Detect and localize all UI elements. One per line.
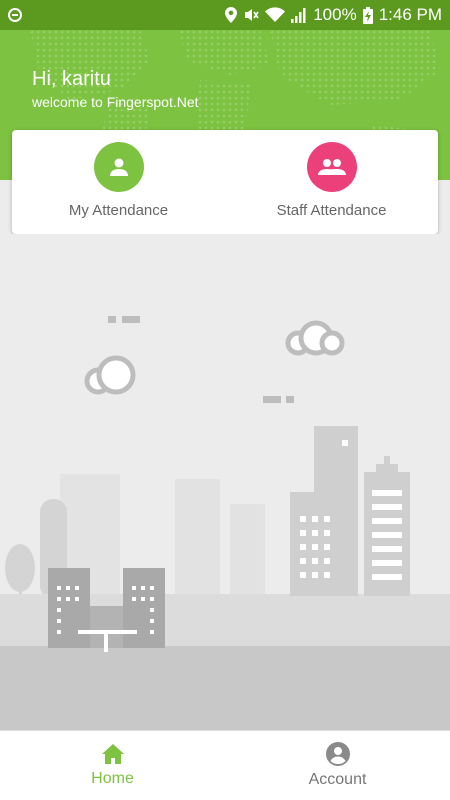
location-icon [225,7,238,23]
tab-account-label: Account [308,771,367,788]
battery-charging-icon [362,6,373,24]
bottom-navigation: Home Account [0,730,450,800]
city-illustration [0,234,450,730]
wifi-icon [265,7,286,22]
tab-home-label: Home [91,770,134,787]
my-attendance-label: My Attendance [68,202,169,219]
account-icon [325,742,350,766]
home-icon [101,744,124,764]
do-not-disturb-icon [8,8,22,22]
clock: 1:46 PM [378,5,442,24]
greeting: Hi, karitu [32,68,111,90]
tab-home[interactable]: Home [0,731,225,800]
welcome-text: welcome to Fingerspot.Net [32,94,199,110]
group-icon [306,142,357,192]
my-attendance-button[interactable]: My Attendance [12,130,225,234]
tab-account[interactable]: Account [225,731,450,800]
person-icon [93,142,144,192]
signal-icon [291,8,306,23]
status-bar: 100% 1:46 PM [0,0,450,30]
mute-icon [245,9,259,21]
staff-attendance-button[interactable]: Staff Attendance [225,130,438,234]
staff-attendance-label: Staff Attendance [276,202,387,219]
battery-percent: 100% [313,5,357,24]
attendance-menu-card: My Attendance Staff Attendance [12,130,438,234]
